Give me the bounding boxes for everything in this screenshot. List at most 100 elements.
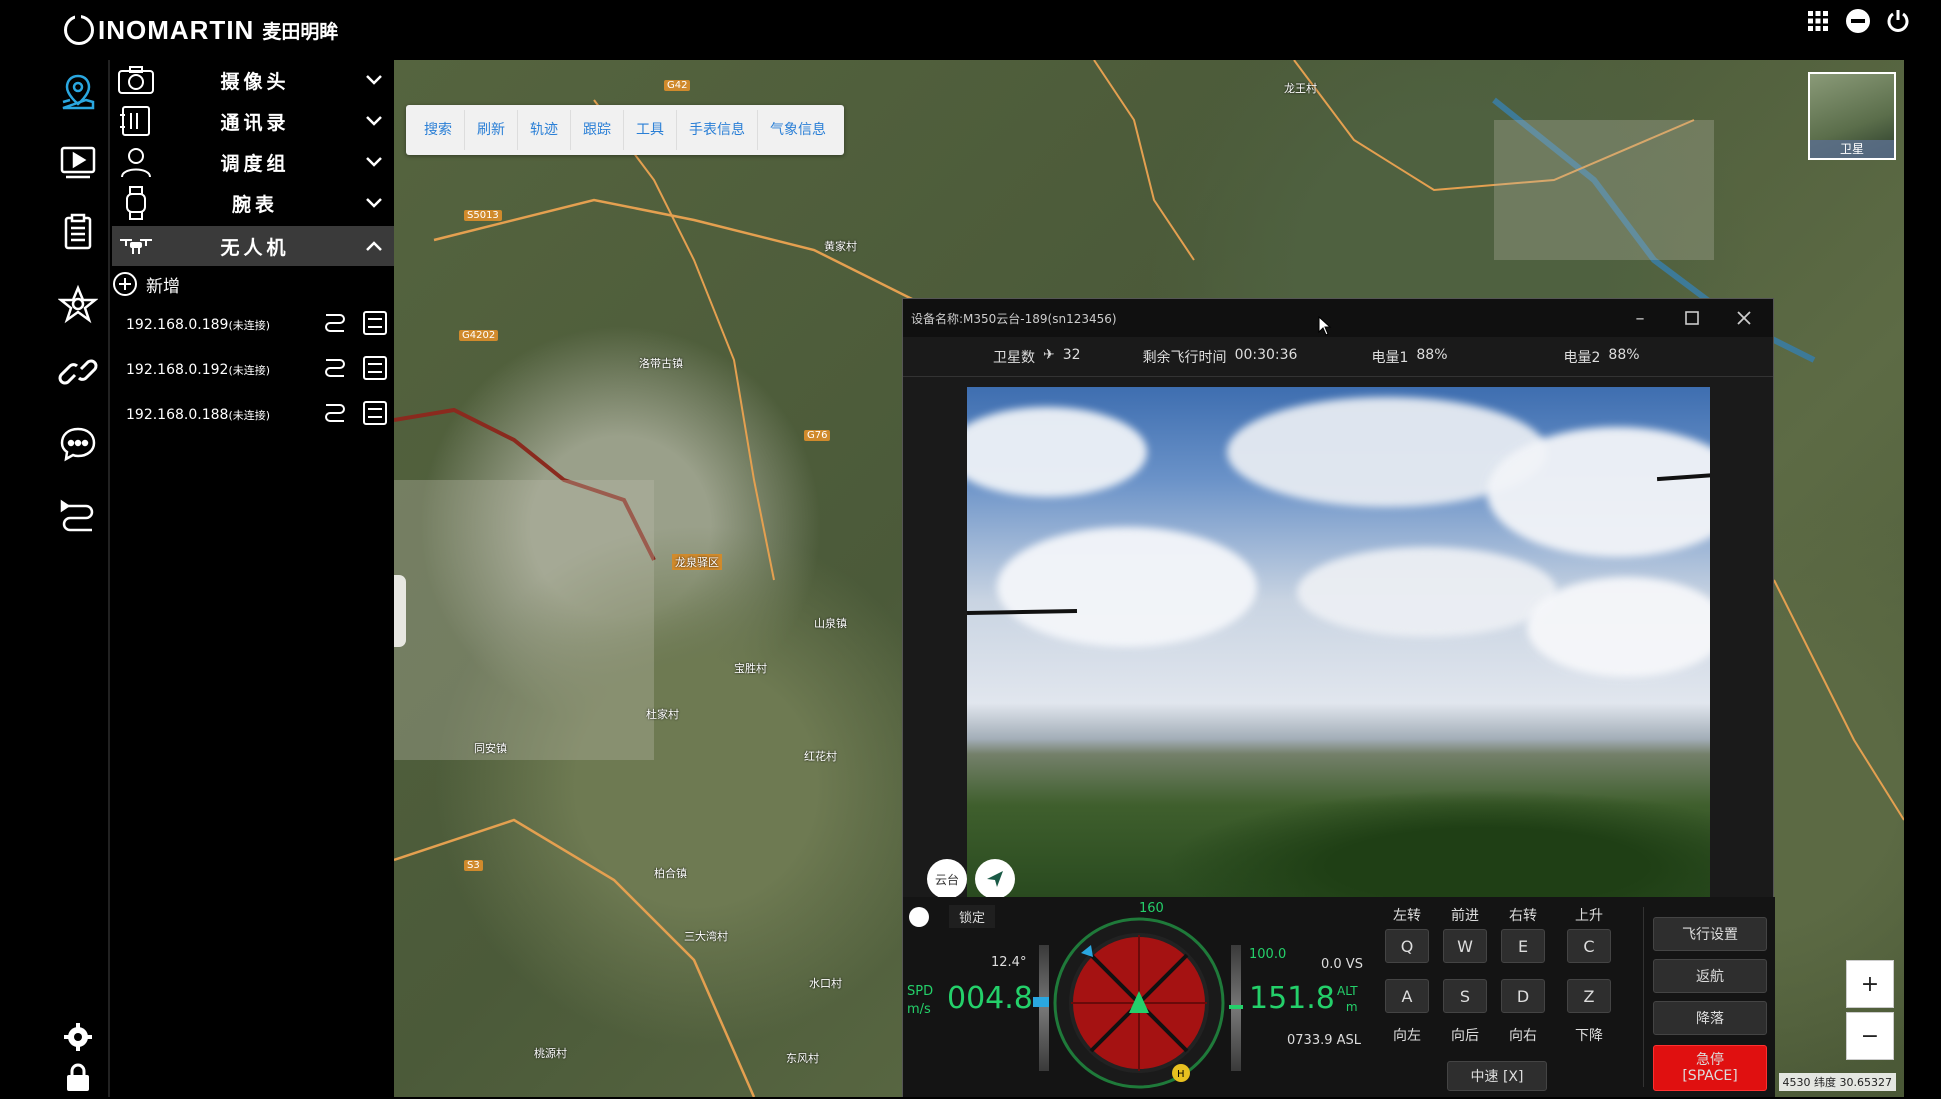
device-ip-text: 192.168.0.192 — [126, 362, 229, 378]
toolbar-search-button[interactable]: 搜索 — [412, 110, 465, 150]
toolbar-watch-info-button[interactable]: 手表信息 — [677, 110, 758, 150]
list-item[interactable]: 192.168.0.188(未连接) — [126, 397, 388, 433]
place-label: 黄家村 — [824, 240, 857, 253]
device-ip: 192.168.0.192(未连接) — [126, 362, 322, 378]
place-label: 山泉镇 — [814, 617, 847, 630]
key-label: 向后 — [1451, 1028, 1479, 1044]
toolbar-refresh-button[interactable]: 刷新 — [465, 110, 518, 150]
device-status: (未连接) — [228, 319, 271, 332]
map-layer-switch[interactable]: 卫星 — [1808, 72, 1896, 160]
control-panel-icon[interactable] — [362, 400, 388, 430]
logo-mark-icon — [64, 15, 94, 45]
add-circle-icon — [113, 272, 137, 296]
camera-icon — [116, 65, 156, 95]
window-titlebar[interactable]: 设备名称:M350云台-189(sn123456) – — [903, 299, 1773, 337]
route-icon[interactable] — [322, 310, 348, 340]
add-device-button[interactable]: 新增 — [112, 266, 374, 302]
key-e-button[interactable]: E — [1501, 929, 1545, 963]
camera-video-feed[interactable] — [967, 387, 1710, 897]
group-cameras[interactable]: 摄像头 — [112, 60, 394, 100]
emergency-label: 急停 — [1696, 1052, 1724, 1068]
route-icon[interactable] — [322, 400, 348, 430]
emergency-stop-button[interactable]: 急停 [SPACE] — [1653, 1045, 1767, 1091]
compass-nav-icon[interactable] — [975, 859, 1015, 899]
settings-gear-icon[interactable] — [56, 1015, 100, 1059]
gimbal-button[interactable]: 云台 — [927, 859, 967, 899]
chat-icon[interactable] — [56, 422, 100, 466]
flight-time-label: 剩余飞行时间 — [1142, 349, 1227, 366]
map-coordinates: 4530 纬度 30.65327 — [1778, 1073, 1896, 1091]
lock-label: 锁定 — [949, 905, 996, 928]
toolbar-weather-button[interactable]: 气象信息 — [758, 110, 838, 150]
place-label: 同安镇 — [474, 742, 507, 755]
key-label: 上升 — [1575, 908, 1603, 924]
lock-icon[interactable] — [56, 1055, 100, 1099]
return-home-button[interactable]: 返航 — [1653, 959, 1767, 993]
control-panel-icon[interactable] — [362, 355, 388, 385]
key-w-button[interactable]: W — [1443, 929, 1487, 963]
altitude-unit: m — [1345, 1000, 1358, 1014]
users-icon — [116, 146, 156, 178]
chevron-down-icon[interactable] — [354, 74, 394, 86]
key-d-button[interactable]: D — [1501, 979, 1545, 1013]
drone-control-window: 设备名称:M350云台-189(sn123456) – 卫星数 ✈ 32 剩余飞… — [902, 298, 1775, 1097]
chevron-down-icon[interactable] — [354, 115, 394, 127]
place-label: 桃源村 — [534, 1047, 567, 1060]
battery1-value: 88% — [1416, 346, 1448, 363]
group-contacts[interactable]: 通讯录 — [112, 101, 394, 141]
place-label: 龙泉驿区 — [672, 554, 722, 570]
device-ip-text: 192.168.0.189 — [126, 317, 229, 333]
key-a-button[interactable]: A — [1385, 979, 1429, 1013]
group-label: 腕表 — [231, 193, 278, 216]
network-star-icon[interactable] — [56, 282, 100, 326]
speed-mode-button[interactable]: 中速 [X] — [1447, 1061, 1547, 1091]
video-play-icon[interactable] — [56, 140, 100, 184]
toolbar-track-button[interactable]: 轨迹 — [518, 110, 571, 150]
key-z-button[interactable]: Z — [1567, 979, 1611, 1013]
altitude-label: ALT — [1337, 984, 1358, 998]
group-watches[interactable]: 腕表 — [112, 183, 394, 223]
map-location-icon[interactable] — [56, 70, 100, 114]
zoom-in-button[interactable]: + — [1846, 960, 1894, 1008]
route-icon[interactable] — [322, 355, 348, 385]
key-c-button[interactable]: C — [1567, 929, 1611, 963]
window-maximize-button[interactable] — [1681, 307, 1703, 329]
list-item[interactable]: 192.168.0.192(未连接) — [126, 352, 388, 388]
toolbar-tools-button[interactable]: 工具 — [624, 110, 677, 150]
speed-tape — [1039, 945, 1049, 1071]
logo-cn: 麦田明眸 — [262, 20, 339, 43]
add-label: 新增 — [146, 276, 180, 297]
altitude-label-group: ALT m — [1337, 983, 1358, 1015]
route-icon[interactable] — [56, 496, 100, 540]
key-label: 下降 — [1575, 1028, 1603, 1044]
key-q-button[interactable]: Q — [1385, 929, 1429, 963]
minimize-app-icon[interactable] — [1845, 8, 1871, 34]
clipboard-icon[interactable] — [56, 210, 100, 254]
satellite-icon: ✈ — [1043, 346, 1055, 363]
lock-toggle[interactable]: 锁定 — [909, 905, 996, 928]
attitude-compass: H — [1053, 917, 1225, 1089]
grid-menu-icon[interactable] — [1805, 8, 1831, 34]
key-s-button[interactable]: S — [1443, 979, 1487, 1013]
drone-status-bar: 卫星数 ✈ 32 剩余飞行时间 00:30:36 电量1 88% 电量2 88% — [903, 337, 1773, 377]
mouse-cursor-icon — [1318, 316, 1332, 336]
window-minimize-button[interactable]: – — [1629, 307, 1651, 329]
power-icon[interactable] — [1885, 8, 1911, 34]
group-drones[interactable]: 无人机 — [112, 226, 394, 266]
list-item[interactable]: 192.168.0.189(未连接) — [126, 307, 388, 343]
chevron-up-icon[interactable] — [354, 240, 394, 252]
group-dispatch[interactable]: 调度组 — [112, 142, 394, 182]
land-button[interactable]: 降落 — [1653, 1001, 1767, 1035]
battery1-label: 电量1 — [1371, 349, 1409, 366]
device-status: (未连接) — [228, 409, 271, 422]
flight-settings-button[interactable]: 飞行设置 — [1653, 917, 1767, 951]
road-label: S3 — [464, 860, 483, 871]
chevron-down-icon[interactable] — [354, 197, 394, 209]
toolbar-follow-button[interactable]: 跟踪 — [571, 110, 624, 150]
chevron-down-icon[interactable] — [354, 156, 394, 168]
zoom-out-button[interactable]: − — [1846, 1012, 1894, 1060]
speed-marker — [1033, 997, 1049, 1007]
control-panel-icon[interactable] — [362, 310, 388, 340]
window-close-button[interactable] — [1733, 307, 1755, 329]
link-icon[interactable] — [56, 350, 100, 394]
